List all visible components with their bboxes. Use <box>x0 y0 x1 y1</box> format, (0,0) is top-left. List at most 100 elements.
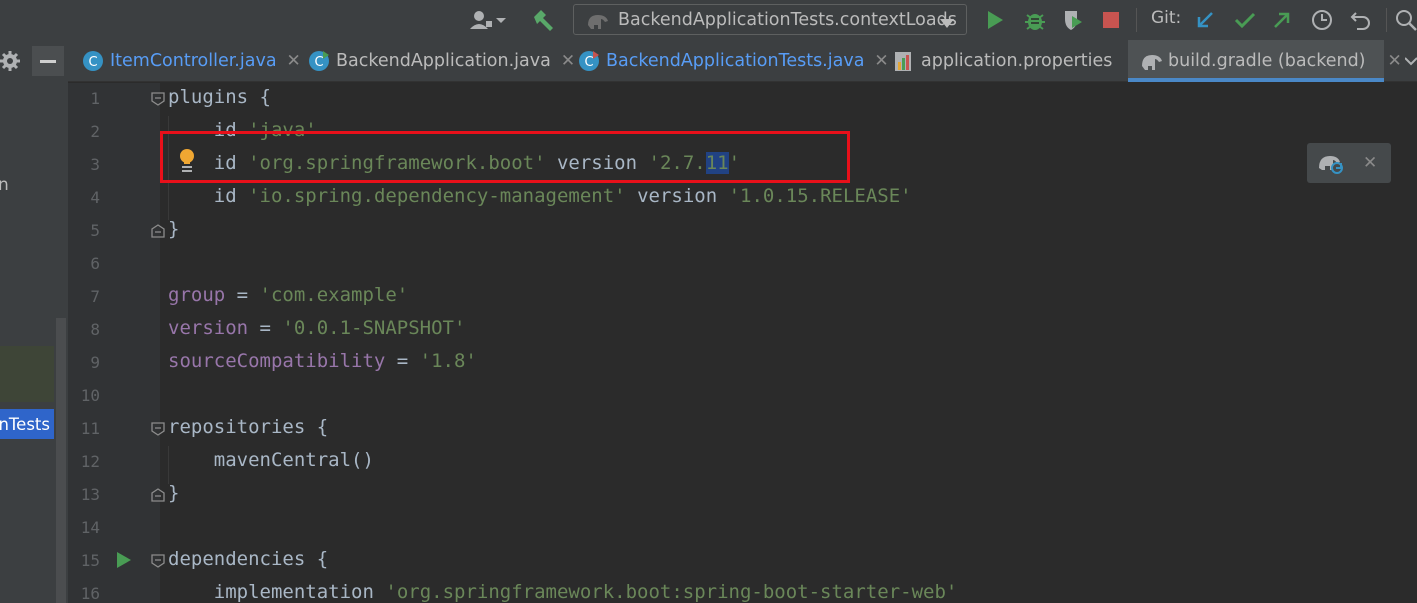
svg-text:C: C <box>314 55 323 70</box>
git-update-icon[interactable] <box>1193 8 1217 32</box>
history-clock-icon[interactable] <box>1309 7 1335 33</box>
rollback-undo-icon[interactable] <box>1348 7 1374 33</box>
line-number: 14 <box>80 518 100 537</box>
tab-label: ItemController.java <box>110 51 277 71</box>
tree-item-selected[interactable]: nTests <box>0 409 54 439</box>
run-configuration-select[interactable]: BackendApplicationTests.contextLoads <box>573 4 967 35</box>
line-number: 15 <box>80 551 100 570</box>
fold-end-icon[interactable] <box>151 224 165 238</box>
code-line-15: dependencies { <box>168 548 328 570</box>
property-name: group <box>168 284 226 306</box>
tab-application-properties[interactable]: application.properties <box>893 40 1112 82</box>
string-literal: 'com.example' <box>259 284 409 306</box>
gradle-elephant-icon <box>1140 50 1162 72</box>
tab-backend-application-tests[interactable]: C BackendApplicationTests.java ✕ <box>578 40 889 82</box>
stop-icon[interactable] <box>1100 9 1122 31</box>
tab-label: BackendApplicationTests.java <box>606 51 865 71</box>
property-name: sourceCompatibility <box>168 350 386 372</box>
string-literal: 'io.spring.dependency-management' <box>248 185 626 207</box>
code-line-1: plugins { <box>168 86 271 108</box>
toolbar-separator <box>1386 8 1387 32</box>
panel-scrollbar[interactable] <box>56 318 66 603</box>
line-number: 13 <box>80 485 100 504</box>
code-text: } <box>168 482 180 504</box>
run-config-label: BackendApplicationTests.contextLoads <box>618 9 957 30</box>
fold-collapse-icon[interactable] <box>151 422 165 436</box>
string-literal: '1.8' <box>419 350 477 372</box>
java-test-class-icon: C <box>578 50 600 72</box>
gradle-reload-popup: ✕ <box>1307 143 1391 183</box>
build-hammer-icon[interactable] <box>528 6 558 34</box>
tree-item-highlight <box>0 346 54 402</box>
line-number: 9 <box>90 353 100 372</box>
code-line-4: id 'io.spring.dependency-management' ver… <box>168 185 912 207</box>
line-number: 7 <box>90 287 100 306</box>
project-panel: n nTests <box>0 40 68 603</box>
debug-bug-icon[interactable] <box>1022 6 1048 34</box>
close-icon[interactable]: ✕ <box>1363 153 1377 173</box>
run-with-coverage-icon[interactable] <box>1060 6 1086 34</box>
tab-label: application.properties <box>921 51 1113 71</box>
tab-backend-application[interactable]: C BackendApplication.java ✕ <box>308 40 575 82</box>
code-line-12: mavenCentral() <box>168 449 374 471</box>
lightbulb-intention-icon[interactable] <box>176 148 198 174</box>
close-icon[interactable]: ✕ <box>874 51 888 71</box>
user-dropdown-icon[interactable] <box>466 7 510 33</box>
code-text: dependencies { <box>168 548 329 570</box>
hide-panel-button[interactable] <box>32 46 64 76</box>
code-text: repositories { <box>168 416 329 438</box>
tab-overflow-chevron-icon[interactable] <box>1405 40 1417 82</box>
active-tab-indicator <box>1128 78 1384 82</box>
properties-file-icon <box>893 50 915 72</box>
line-number: 1 <box>90 89 100 108</box>
gear-icon[interactable] <box>0 50 22 72</box>
svg-text:C: C <box>88 55 97 70</box>
tree-item-label[interactable]: n <box>0 175 9 195</box>
tab-label: BackendApplication.java <box>336 51 551 71</box>
run-gutter-icon[interactable] <box>116 551 132 569</box>
code-line-7: group = 'com.example' <box>168 284 408 306</box>
search-icon[interactable] <box>1395 7 1417 33</box>
property-name: version <box>168 317 249 339</box>
fold-collapse-icon[interactable] <box>151 554 165 568</box>
string-literal: 'org.springframework.boot:spring-boot-st… <box>385 581 958 603</box>
code-line-11: repositories { <box>168 416 328 438</box>
gradle-reload-icon[interactable] <box>1317 151 1345 175</box>
main-toolbar: BackendApplicationTests.contextLoads Git… <box>0 0 1417 40</box>
close-icon[interactable]: ✕ <box>1388 51 1402 71</box>
editor-tabs: C ItemController.java ✕ C BackendApplica… <box>68 40 1417 82</box>
tab-build-gradle[interactable]: build.gradle (backend) ✕ <box>1128 40 1402 82</box>
git-push-icon[interactable] <box>1270 8 1294 32</box>
highlight-annotation-box <box>160 131 850 183</box>
line-number: 10 <box>80 386 100 405</box>
run-icon[interactable] <box>983 7 1007 33</box>
svg-text:C: C <box>584 55 593 70</box>
fold-end-icon[interactable] <box>151 488 165 502</box>
fold-collapse-icon[interactable] <box>151 92 165 106</box>
operator: = <box>225 284 260 306</box>
keyword: implementation <box>213 581 374 603</box>
string-literal: '1.0.15.RELEASE' <box>728 185 912 207</box>
code-text: mavenCentral() <box>213 449 374 471</box>
keyword: id <box>213 185 237 207</box>
keyword: version <box>637 185 718 207</box>
line-number: 5 <box>90 221 100 240</box>
line-number: 11 <box>80 419 100 438</box>
git-commit-icon[interactable] <box>1232 8 1258 32</box>
close-icon[interactable]: ✕ <box>287 51 301 71</box>
string-literal: '0.0.1-SNAPSHOT' <box>282 317 466 339</box>
close-icon[interactable]: ✕ <box>561 51 575 71</box>
code-text: } <box>168 218 180 240</box>
operator: = <box>385 350 420 372</box>
code-line-5: } <box>168 218 179 240</box>
line-number: 16 <box>80 584 100 603</box>
java-class-icon: C <box>82 50 104 72</box>
line-number: 12 <box>80 452 100 471</box>
line-number: 3 <box>90 155 100 174</box>
minus-icon <box>40 59 56 63</box>
tab-item-controller[interactable]: C ItemController.java ✕ <box>82 40 301 82</box>
chevron-down-icon <box>940 14 954 33</box>
code-line-13: } <box>168 482 179 504</box>
line-number: 8 <box>90 320 100 339</box>
line-number: 2 <box>90 122 100 141</box>
